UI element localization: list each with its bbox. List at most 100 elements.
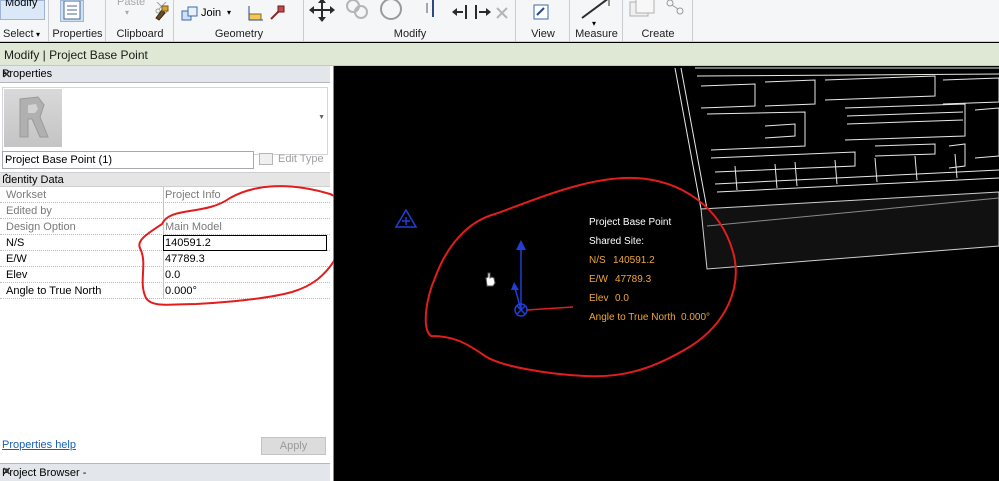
chevron-up-icon[interactable]: ⌃ bbox=[2, 173, 324, 184]
context-title: Modify | Project Base Point bbox=[4, 48, 148, 62]
tooltip-ns-value: 140591.2 bbox=[613, 255, 655, 266]
geometry-panel-label: Geometry bbox=[214, 28, 264, 40]
column-divider bbox=[163, 283, 164, 299]
create-parts-icon[interactable] bbox=[664, 0, 686, 19]
view-panel: View bbox=[517, 0, 570, 42]
modify-panel-label: Modify bbox=[393, 28, 427, 40]
delete-icon[interactable] bbox=[495, 6, 509, 20]
property-row-elev[interactable]: Elev 0.0 bbox=[0, 267, 330, 283]
visibility-override-icon[interactable] bbox=[533, 4, 551, 20]
properties-icon bbox=[63, 1, 81, 20]
view-panel-label: View bbox=[531, 28, 555, 40]
column-divider bbox=[163, 251, 164, 267]
close-icon[interactable]: ✕ bbox=[2, 465, 325, 478]
measure-panel-label: Measure bbox=[575, 28, 618, 40]
rotate-icon[interactable] bbox=[377, 0, 405, 20]
type-preview[interactable]: ▼ bbox=[2, 87, 328, 155]
mirror-icon[interactable] bbox=[473, 4, 493, 20]
property-label: E/W bbox=[6, 253, 27, 265]
create-panel-label: Create bbox=[641, 28, 675, 40]
properties-panel-label: Properties bbox=[52, 28, 103, 40]
family-thumbnail bbox=[4, 89, 62, 147]
close-icon[interactable]: ✕ bbox=[2, 68, 325, 81]
measure-icon[interactable] bbox=[579, 0, 613, 20]
property-row-workset[interactable]: Workset Project Info bbox=[0, 187, 330, 203]
edit-type-label: Edit Type bbox=[278, 153, 324, 165]
align-icon[interactable] bbox=[419, 0, 441, 19]
ew-field[interactable]: 47789.3 bbox=[165, 253, 205, 265]
column-divider bbox=[163, 267, 164, 283]
angle-field[interactable]: 0.000° bbox=[165, 285, 197, 297]
project-base-point-icon[interactable] bbox=[505, 240, 575, 320]
property-row-edited-by[interactable]: Edited by bbox=[0, 203, 330, 219]
move-icon[interactable] bbox=[309, 0, 335, 22]
copy-icon[interactable] bbox=[345, 0, 369, 20]
chevron-down-icon[interactable]: ▾ bbox=[125, 8, 129, 17]
column-divider bbox=[163, 187, 164, 203]
modify-panel: Modify bbox=[305, 0, 516, 42]
geometry-panel: Join ▾ Geometry bbox=[175, 0, 304, 42]
property-label: Elev bbox=[6, 269, 28, 281]
property-label: N/S bbox=[6, 237, 25, 249]
properties-button[interactable] bbox=[60, 0, 84, 22]
paste-button[interactable]: Paste bbox=[117, 0, 145, 8]
properties-help-link[interactable]: Properties help bbox=[2, 439, 76, 451]
property-value: Project Info bbox=[165, 189, 221, 201]
modify-button-label: Modify bbox=[5, 0, 38, 9]
properties-title-bar[interactable]: Properties ✕ bbox=[0, 66, 330, 83]
property-value: Main Model bbox=[165, 221, 222, 233]
ribbon: Modify Select ▾ Properties Paste ▾ Clipb… bbox=[0, 0, 999, 42]
edit-type-button[interactable]: Edit Type bbox=[259, 151, 327, 169]
hand-cursor-icon bbox=[485, 272, 496, 287]
apply-button[interactable]: Apply bbox=[261, 437, 326, 455]
edit-type-icon bbox=[259, 153, 273, 165]
ns-field[interactable] bbox=[163, 235, 327, 251]
tooltip-angle-label: Angle to True North bbox=[589, 312, 676, 323]
create-group-icon[interactable] bbox=[628, 0, 658, 20]
survey-point-icon[interactable] bbox=[395, 209, 419, 229]
tooltip-ns-label: N/S bbox=[589, 255, 606, 266]
column-divider bbox=[163, 219, 164, 235]
measure-panel: ▾ Measure bbox=[571, 0, 623, 42]
tooltip-title: Project Base Point bbox=[589, 217, 672, 228]
context-tab-bar: Modify | Project Base Point bbox=[0, 43, 999, 66]
paint-icon[interactable] bbox=[247, 5, 265, 21]
property-label: Workset bbox=[6, 189, 47, 201]
revit-logo-icon bbox=[19, 96, 49, 138]
join-icon[interactable] bbox=[181, 6, 199, 22]
tooltip-elev-value: 0.0 bbox=[615, 293, 629, 304]
tooltip-ew-value: 47789.3 bbox=[615, 274, 652, 285]
chevron-down-icon[interactable]: ▼ bbox=[318, 114, 325, 121]
properties-panel: Properties bbox=[50, 0, 106, 42]
type-selector[interactable]: Project Base Point (1) ⌄ bbox=[2, 151, 254, 169]
chevron-down-icon[interactable]: ▾ bbox=[592, 19, 596, 28]
building-plan bbox=[674, 67, 999, 270]
select-panel-label[interactable]: Select bbox=[0, 28, 48, 40]
column-divider bbox=[163, 203, 164, 219]
drawing-canvas[interactable]: Project Base Point Shared Site: N/S 1405… bbox=[335, 66, 999, 481]
tooltip-ew-label: E/W bbox=[589, 274, 608, 285]
chevron-down-icon[interactable]: ⌄ bbox=[5, 153, 251, 164]
property-row-angle[interactable]: Angle to True North 0.000° bbox=[0, 283, 330, 299]
tooltip-elev-label: Elev bbox=[589, 293, 609, 304]
create-panel: Create bbox=[624, 0, 693, 42]
group-identity-data[interactable]: Identity Data ⌃ bbox=[0, 172, 330, 187]
property-label: Angle to True North bbox=[6, 285, 102, 297]
offset-icon[interactable] bbox=[451, 4, 471, 20]
tooltip-angle-value: 0.000° bbox=[681, 312, 711, 323]
modify-button[interactable]: Modify bbox=[0, 0, 45, 20]
match-properties-icon[interactable] bbox=[153, 5, 169, 21]
property-row-ns[interactable]: N/S bbox=[0, 235, 330, 251]
elev-field[interactable]: 0.0 bbox=[165, 269, 180, 281]
property-label: Edited by bbox=[6, 205, 52, 217]
property-label: Design Option bbox=[6, 221, 76, 233]
project-browser-title-bar[interactable]: Project Browser - ✕ bbox=[0, 463, 330, 481]
chevron-down-icon[interactable]: ▾ bbox=[36, 30, 40, 39]
split-face-icon[interactable] bbox=[269, 5, 285, 21]
join-button[interactable]: Join bbox=[201, 7, 221, 19]
property-row-ew[interactable]: E/W 47789.3 bbox=[0, 251, 330, 267]
chevron-down-icon[interactable]: ▾ bbox=[227, 8, 231, 17]
clipboard-panel: Paste ▾ Clipboard bbox=[107, 0, 174, 42]
tooltip-shared-site: Shared Site: bbox=[589, 236, 645, 247]
property-row-design-option[interactable]: Design Option Main Model bbox=[0, 219, 330, 235]
